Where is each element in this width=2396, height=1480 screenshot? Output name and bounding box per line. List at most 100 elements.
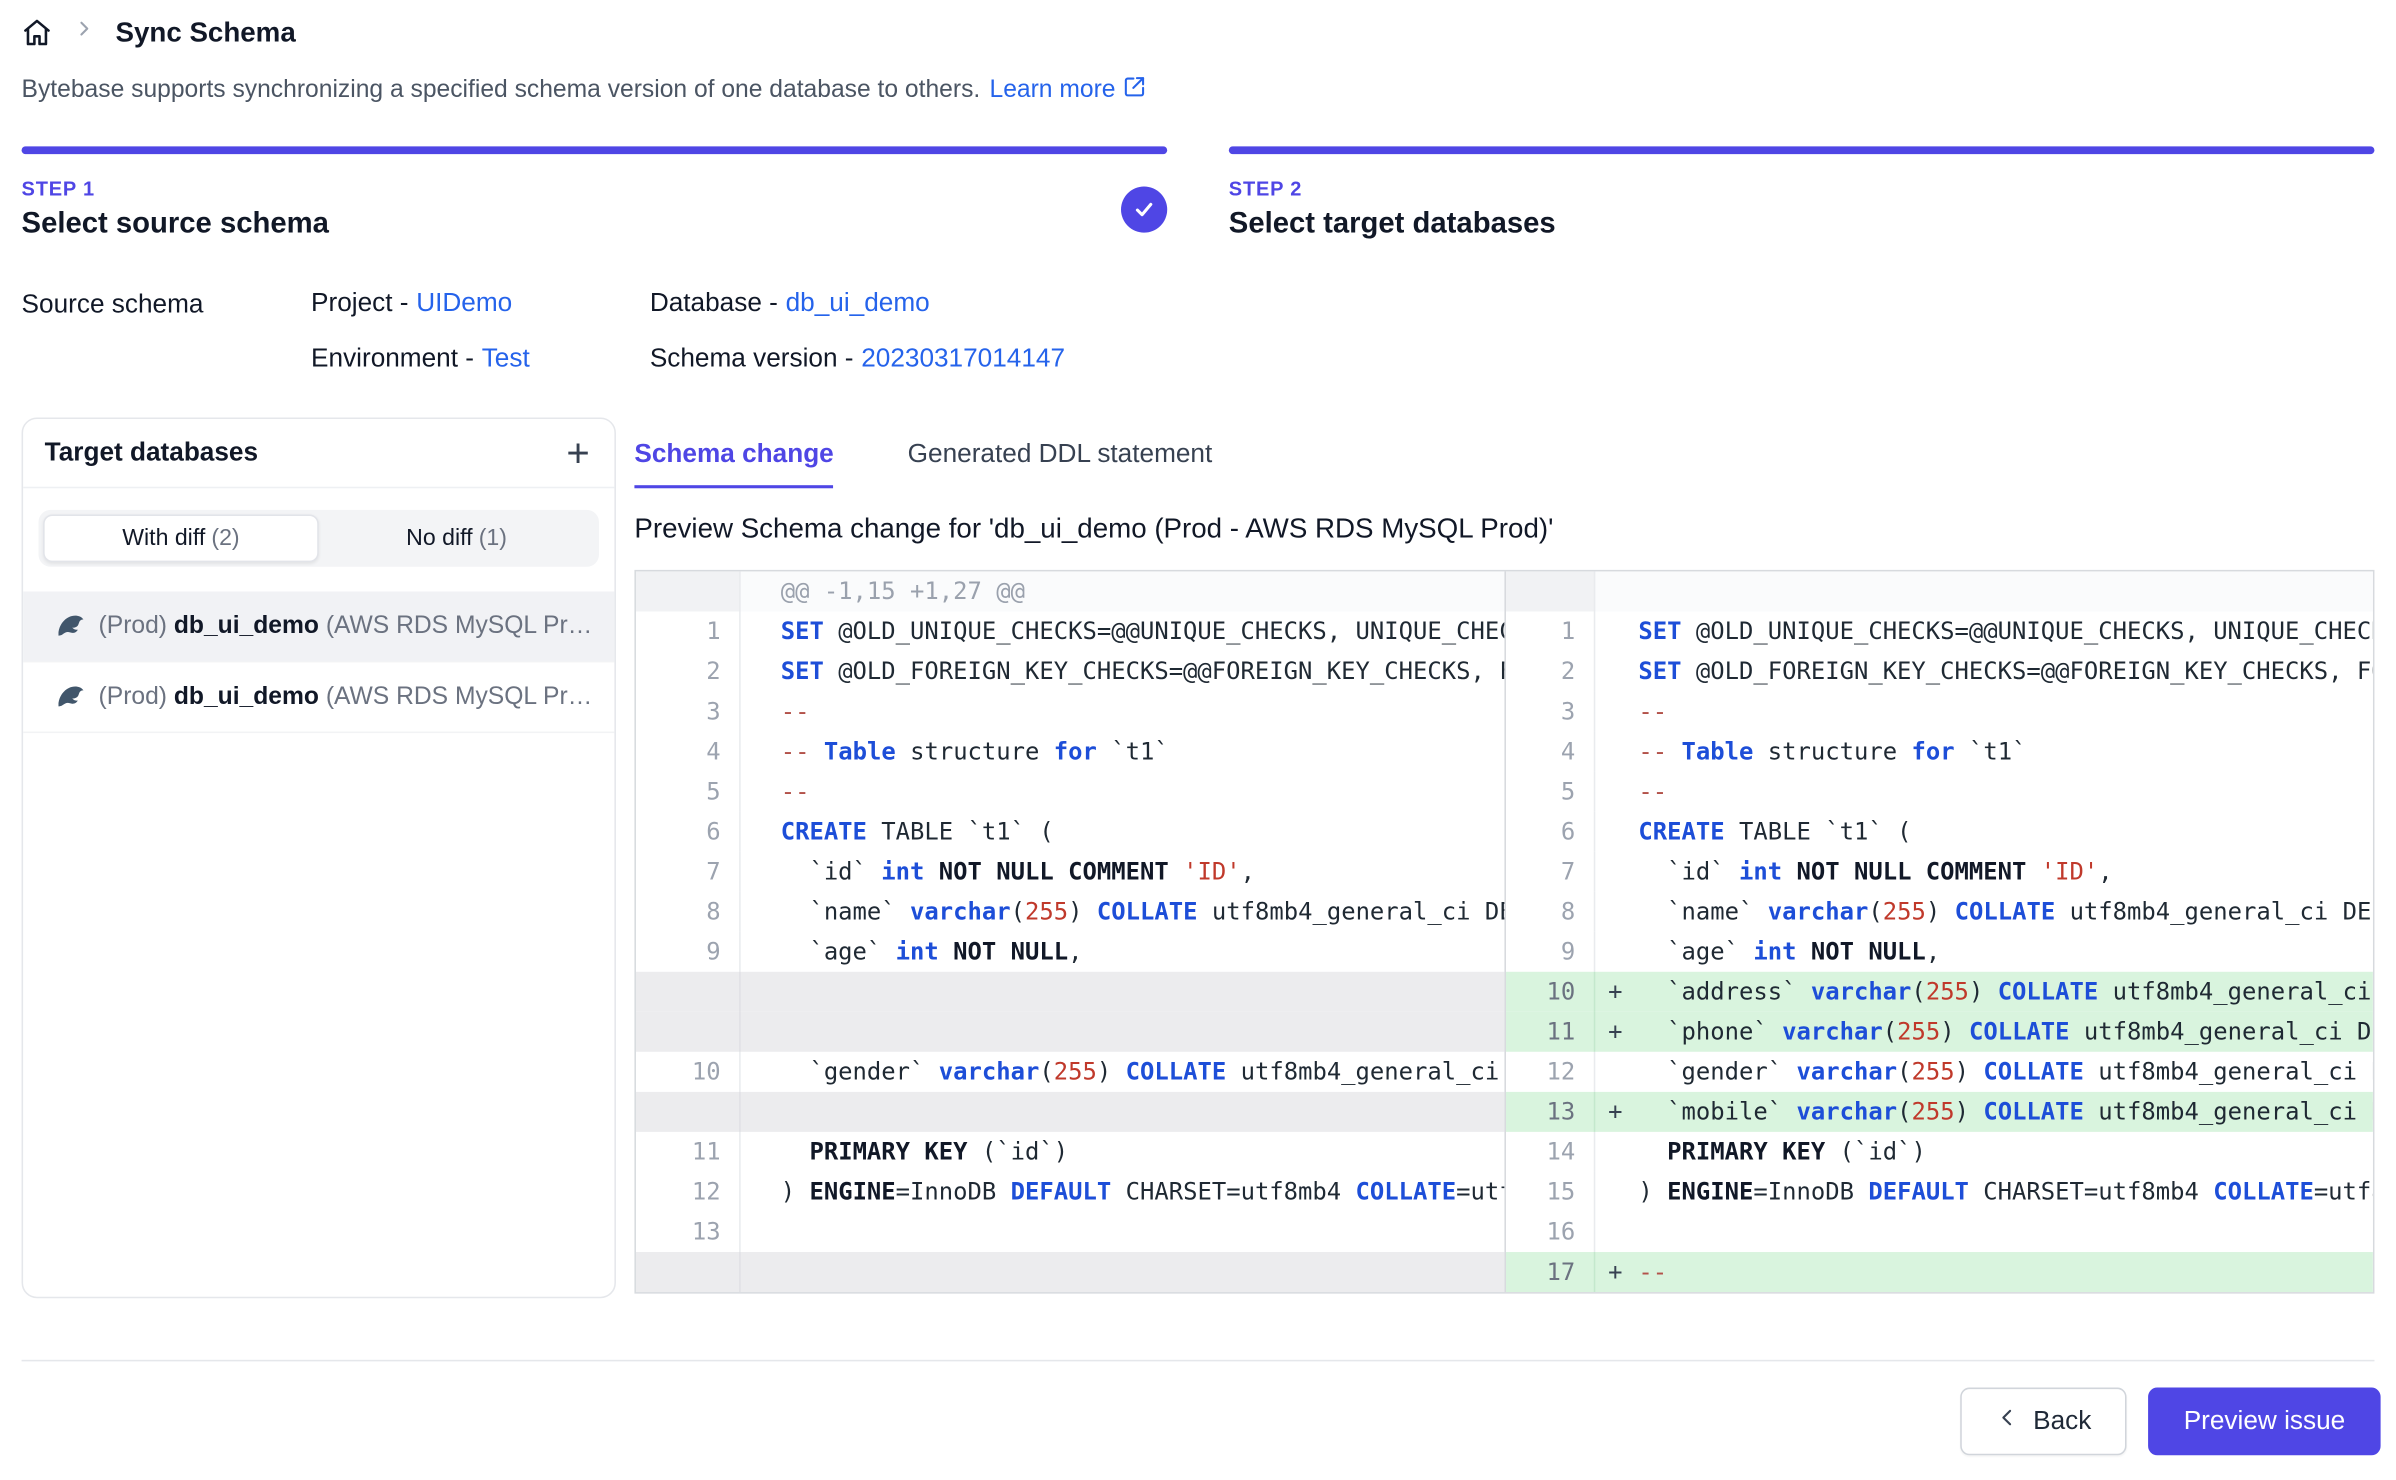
line-number [636, 571, 741, 611]
diff-add-marker: + [1595, 1092, 1635, 1132]
diff-row: 15) ENGINE=InnoDB DEFAULT CHARSET=utf8mb… [1506, 1172, 2373, 1212]
tab-schema-change[interactable]: Schema change [634, 439, 833, 488]
line-number: 17 [1506, 1252, 1595, 1292]
diff-row: 6CREATE TABLE `t1` ( [636, 812, 1504, 852]
no-diff-count: (1) [479, 525, 507, 551]
diff-viewer: @@ -1,15 +1,27 @@1SET @OLD_UNIQUE_CHECKS… [634, 570, 2374, 1294]
diff-add-marker [1595, 1052, 1635, 1092]
schema-change-tabs: Schema change Generated DDL statement [634, 439, 2374, 488]
step-1-progress-bar [22, 146, 1168, 154]
line-number: 10 [1506, 972, 1595, 1012]
code-line [1635, 1212, 2373, 1252]
diff-pane-left[interactable]: @@ -1,15 +1,27 @@1SET @OLD_UNIQUE_CHECKS… [636, 571, 1504, 1292]
diff-row: 2SET @OLD_FOREIGN_KEY_CHECKS=@@FOREIGN_K… [636, 651, 1504, 691]
code-line [1635, 571, 2373, 611]
diff-add-marker: + [1595, 972, 1635, 1012]
line-number: 5 [636, 772, 741, 812]
tab-no-diff[interactable]: No diff(1) [319, 514, 595, 562]
step-1: STEP 1 Select source schema [22, 146, 1168, 241]
diff-pane-right[interactable]: 1SET @OLD_UNIQUE_CHECKS=@@UNIQUE_CHECKS,… [1504, 571, 2372, 1292]
diff-row: 7 `id` int NOT NULL COMMENT 'ID', [1506, 852, 2373, 892]
diff-row: 4-- Table structure for `t1` [636, 732, 1504, 772]
step-2-progress-bar [1229, 146, 2375, 154]
line-number: 1 [1506, 611, 1595, 651]
database-item[interactable]: (Prod) db_ui_demo (AWS RDS MySQL Prod) [23, 591, 614, 662]
line-number: 4 [1506, 732, 1595, 772]
source-project: Project -UIDemo [311, 288, 650, 319]
line-number: 11 [636, 1132, 741, 1172]
source-database: Database -db_ui_demo [650, 288, 1065, 319]
line-number: 16 [1506, 1212, 1595, 1252]
line-number: 7 [1506, 852, 1595, 892]
database-link[interactable]: db_ui_demo [786, 288, 930, 317]
project-link[interactable]: UIDemo [416, 288, 512, 317]
diff-row: 14 PRIMARY KEY (`id`) [1506, 1132, 2373, 1172]
diff-row: 5-- [1506, 772, 2373, 812]
diff-row: 9 `age` int NOT NULL, [636, 932, 1504, 972]
database-item[interactable]: (Prod) db_ui_demo (AWS RDS MySQL Prod) [23, 662, 614, 733]
diff-add-marker [1595, 651, 1635, 691]
line-number: 12 [636, 1172, 741, 1212]
code-line: -- [1635, 772, 2373, 812]
code-line: `id` int NOT NULL COMMENT 'ID', [1635, 852, 2373, 892]
code-line: `address` varchar(255) COLLATE utf8mb4_g… [1635, 972, 2373, 1012]
line-number: 9 [636, 932, 741, 972]
diff-row: 3-- [1506, 692, 2373, 732]
code-line: @@ -1,15 +1,27 @@ [741, 571, 1505, 611]
code-line: SET @OLD_FOREIGN_KEY_CHECKS=@@FOREIGN_KE… [1635, 651, 2373, 691]
code-line: `gender` varchar(255) COLLATE utf8mb4_ge… [1635, 1052, 2373, 1092]
code-line: `mobile` varchar(255) COLLATE utf8mb4_ge… [1635, 1092, 2373, 1132]
schema-change-section: Schema change Generated DDL statement Pr… [634, 417, 2374, 1293]
line-number: 3 [1506, 692, 1595, 732]
diff-row: 9 `age` int NOT NULL, [1506, 932, 2373, 972]
home-icon[interactable] [22, 17, 53, 48]
line-number: 7 [636, 852, 741, 892]
code-line: -- [741, 772, 1505, 812]
line-number [1506, 571, 1595, 611]
diff-add-marker [1595, 571, 1635, 611]
tab-generated-ddl[interactable]: Generated DDL statement [908, 439, 1213, 488]
source-schema-section: Source schema Project -UIDemo Database -… [22, 288, 2375, 374]
code-line [741, 1092, 1505, 1132]
step-2-title: Select target databases [1229, 208, 1556, 242]
code-line: -- Table structure for `t1` [1635, 732, 2373, 772]
diff-row: 11+ `phone` varchar(255) COLLATE utf8mb4… [1506, 1012, 2373, 1052]
schema-version-link[interactable]: 20230317014147 [861, 344, 1065, 373]
diff-add-marker [1595, 892, 1635, 932]
line-number: 13 [1506, 1092, 1595, 1132]
step-1-label: STEP 1 [22, 177, 329, 200]
code-line: CREATE TABLE `t1` ( [741, 812, 1505, 852]
db-environment: (Prod) [99, 683, 167, 709]
line-number: 9 [1506, 932, 1595, 972]
back-button[interactable]: Back [1961, 1388, 2127, 1456]
diff-row: 16 [1506, 1212, 2373, 1252]
environment-link[interactable]: Test [482, 344, 530, 373]
code-line: ) ENGINE=InnoDB DEFAULT CHARSET=utf8mb4 … [1635, 1172, 2373, 1212]
line-number: 8 [1506, 892, 1595, 932]
learn-more-link[interactable]: Learn more [989, 74, 1147, 106]
preview-issue-button[interactable]: Preview issue [2148, 1388, 2380, 1456]
mysql-icon [55, 608, 84, 645]
diff-row: 10+ `address` varchar(255) COLLATE utf8m… [1506, 972, 2373, 1012]
tab-with-diff[interactable]: With diff(2) [43, 514, 319, 562]
diff-row: 12) ENGINE=InnoDB DEFAULT CHARSET=utf8mb… [636, 1172, 1504, 1212]
description-text: Bytebase supports synchronizing a specif… [22, 76, 981, 104]
line-number [636, 972, 741, 1012]
line-number: 4 [636, 732, 741, 772]
diff-add-marker: + [1595, 1252, 1635, 1292]
line-number: 1 [636, 611, 741, 651]
diff-add-marker [1595, 692, 1635, 732]
target-databases-title: Target databases [45, 437, 258, 468]
diff-row [636, 1092, 1504, 1132]
code-line: -- [741, 692, 1505, 732]
code-line: `name` varchar(255) COLLATE utf8mb4_gene… [741, 892, 1505, 932]
line-number: 12 [1506, 1052, 1595, 1092]
source-version: Schema version -20230317014147 [650, 344, 1065, 375]
code-line: -- [1635, 1252, 2373, 1292]
diff-row: 1SET @OLD_UNIQUE_CHECKS=@@UNIQUE_CHECKS,… [636, 611, 1504, 651]
db-name: db_ui_demo [174, 612, 319, 638]
diff-row: 1SET @OLD_UNIQUE_CHECKS=@@UNIQUE_CHECKS,… [1506, 611, 2373, 651]
add-target-database-button[interactable]: + [566, 436, 589, 470]
line-number: 6 [636, 812, 741, 852]
step-1-complete-check-icon [1121, 186, 1167, 232]
